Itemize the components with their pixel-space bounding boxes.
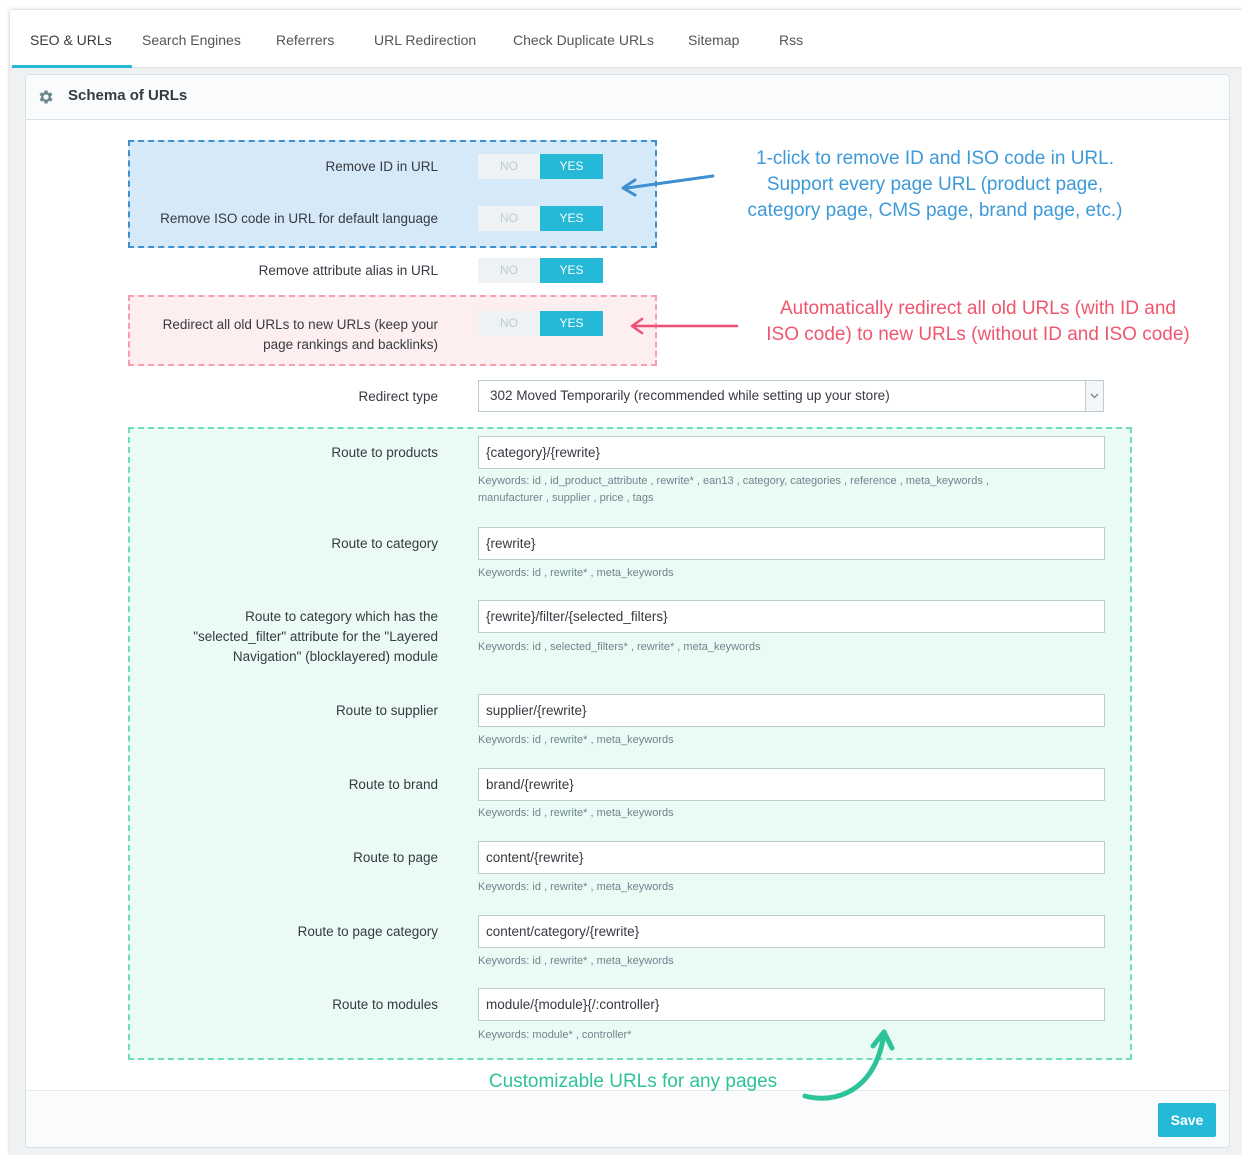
- route-layered-keywords: Keywords: id , selected_filters* , rewri…: [478, 639, 1078, 656]
- redirect-old-label-line2: page rankings and backlinks): [163, 335, 438, 355]
- route-page-keywords: Keywords: id , rewrite* , meta_keywords: [478, 879, 1078, 896]
- route-category-keywords: Keywords: id , rewrite* , meta_keywords: [478, 565, 1078, 582]
- redirect-old-label-line1: Redirect all old URLs to new URLs (keep …: [163, 315, 438, 335]
- route-modules-keywords: Keywords: module* , controller*: [478, 1027, 1078, 1044]
- arrow-left-pink-icon: [625, 314, 740, 338]
- route-brand-input[interactable]: brand/{rewrite}: [478, 768, 1105, 801]
- route-page-input[interactable]: content/{rewrite}: [478, 841, 1105, 874]
- switch-yes[interactable]: YES: [540, 154, 603, 179]
- tab-sitemap[interactable]: Sitemap: [688, 10, 739, 67]
- route-supplier-input[interactable]: supplier/{rewrite}: [478, 694, 1105, 727]
- tab-search-engines[interactable]: Search Engines: [142, 10, 241, 67]
- keywords-line2: manufacturer , supplier , price , tags: [478, 490, 1078, 507]
- route-products-label: Route to products: [331, 443, 438, 463]
- chevron-down-icon[interactable]: [1085, 381, 1103, 411]
- annotation-blue-line1: 1-click to remove ID and ISO code in URL…: [700, 146, 1170, 172]
- annotation-green: Customizable URLs for any pages: [468, 1069, 798, 1095]
- switch-yes[interactable]: YES: [540, 311, 603, 336]
- route-category-label: Route to category: [331, 534, 438, 554]
- tab-seo-urls[interactable]: SEO & URLs: [30, 10, 112, 67]
- route-page-category-input[interactable]: content/category/{rewrite}: [478, 915, 1105, 948]
- route-layered-input[interactable]: {rewrite}/filter/{selected_filters}: [478, 600, 1105, 633]
- route-page-label: Route to page: [353, 848, 438, 868]
- route-modules-label: Route to modules: [332, 995, 438, 1015]
- route-layered-label-line3: Navigation" (blocklayered) module: [193, 647, 438, 667]
- remove-id-switch[interactable]: NO YES: [478, 154, 603, 179]
- arrow-up-curved-green-icon: [800, 1022, 895, 1107]
- route-supplier-keywords: Keywords: id , rewrite* , meta_keywords: [478, 732, 1078, 749]
- gear-icon: [37, 88, 55, 106]
- switch-no[interactable]: NO: [478, 206, 540, 231]
- tab-rss[interactable]: Rss: [779, 10, 803, 67]
- route-products-keywords: Keywords: id , id_product_attribute , re…: [478, 473, 1078, 507]
- redirect-type-select[interactable]: 302 Moved Temporarily (recommended while…: [478, 380, 1104, 412]
- arrow-left-blue-icon: [615, 170, 715, 200]
- annotation-blue-line3: category page, CMS page, brand page, etc…: [700, 198, 1170, 224]
- annotation-pink-line2: ISO code) to new URLs (without ID and IS…: [738, 322, 1218, 348]
- redirect-type-label: Redirect type: [358, 387, 438, 407]
- panel-footer: Save: [26, 1090, 1229, 1147]
- keywords-line1: Keywords: id , id_product_attribute , re…: [478, 473, 1078, 490]
- tab-check-duplicate-urls[interactable]: Check Duplicate URLs: [513, 10, 654, 67]
- tab-referrers[interactable]: Referrers: [276, 10, 334, 67]
- route-brand-label: Route to brand: [349, 775, 438, 795]
- remove-id-label: Remove ID in URL: [325, 157, 438, 177]
- route-brand-keywords: Keywords: id , rewrite* , meta_keywords: [478, 805, 1078, 822]
- remove-attr-label: Remove attribute alias in URL: [259, 261, 438, 281]
- redirect-old-switch[interactable]: NO YES: [478, 311, 603, 336]
- route-page-category-label: Route to page category: [298, 922, 438, 942]
- remove-iso-switch[interactable]: NO YES: [478, 206, 603, 231]
- switch-no[interactable]: NO: [478, 154, 540, 179]
- route-products-input[interactable]: {category}/{rewrite}: [478, 436, 1105, 469]
- annotation-pink: Automatically redirect all old URLs (wit…: [738, 296, 1218, 348]
- switch-yes[interactable]: YES: [540, 206, 603, 231]
- route-supplier-label: Route to supplier: [336, 701, 438, 721]
- route-modules-input[interactable]: module/{module}{/:controller}: [478, 988, 1105, 1021]
- route-layered-label-line1: Route to category which has the: [193, 607, 438, 627]
- remove-iso-label: Remove ISO code in URL for default langu…: [160, 209, 438, 229]
- panel-title: Schema of URLs: [68, 87, 187, 104]
- save-button[interactable]: Save: [1158, 1103, 1216, 1137]
- switch-no[interactable]: NO: [478, 258, 540, 283]
- switch-no[interactable]: NO: [478, 311, 540, 336]
- annotation-pink-line1: Automatically redirect all old URLs (wit…: [738, 296, 1218, 322]
- annotation-blue: 1-click to remove ID and ISO code in URL…: [700, 146, 1170, 224]
- tab-url-redirection[interactable]: URL Redirection: [374, 10, 476, 67]
- switch-yes[interactable]: YES: [540, 258, 603, 283]
- remove-attr-switch[interactable]: NO YES: [478, 258, 603, 283]
- route-category-input[interactable]: {rewrite}: [478, 527, 1105, 560]
- tab-bar: SEO & URLs Search Engines Referrers URL …: [10, 10, 1242, 68]
- panel-header: Schema of URLs: [26, 75, 1229, 120]
- route-layered-label: Route to category which has the "selecte…: [193, 607, 438, 667]
- redirect-old-label: Redirect all old URLs to new URLs (keep …: [163, 315, 438, 355]
- redirect-type-value: 302 Moved Temporarily (recommended while…: [490, 388, 890, 403]
- route-layered-label-line2: "selected_filter" attribute for the "Lay…: [193, 627, 438, 647]
- annotation-blue-line2: Support every page URL (product page,: [700, 172, 1170, 198]
- route-page-category-keywords: Keywords: id , rewrite* , meta_keywords: [478, 953, 1078, 970]
